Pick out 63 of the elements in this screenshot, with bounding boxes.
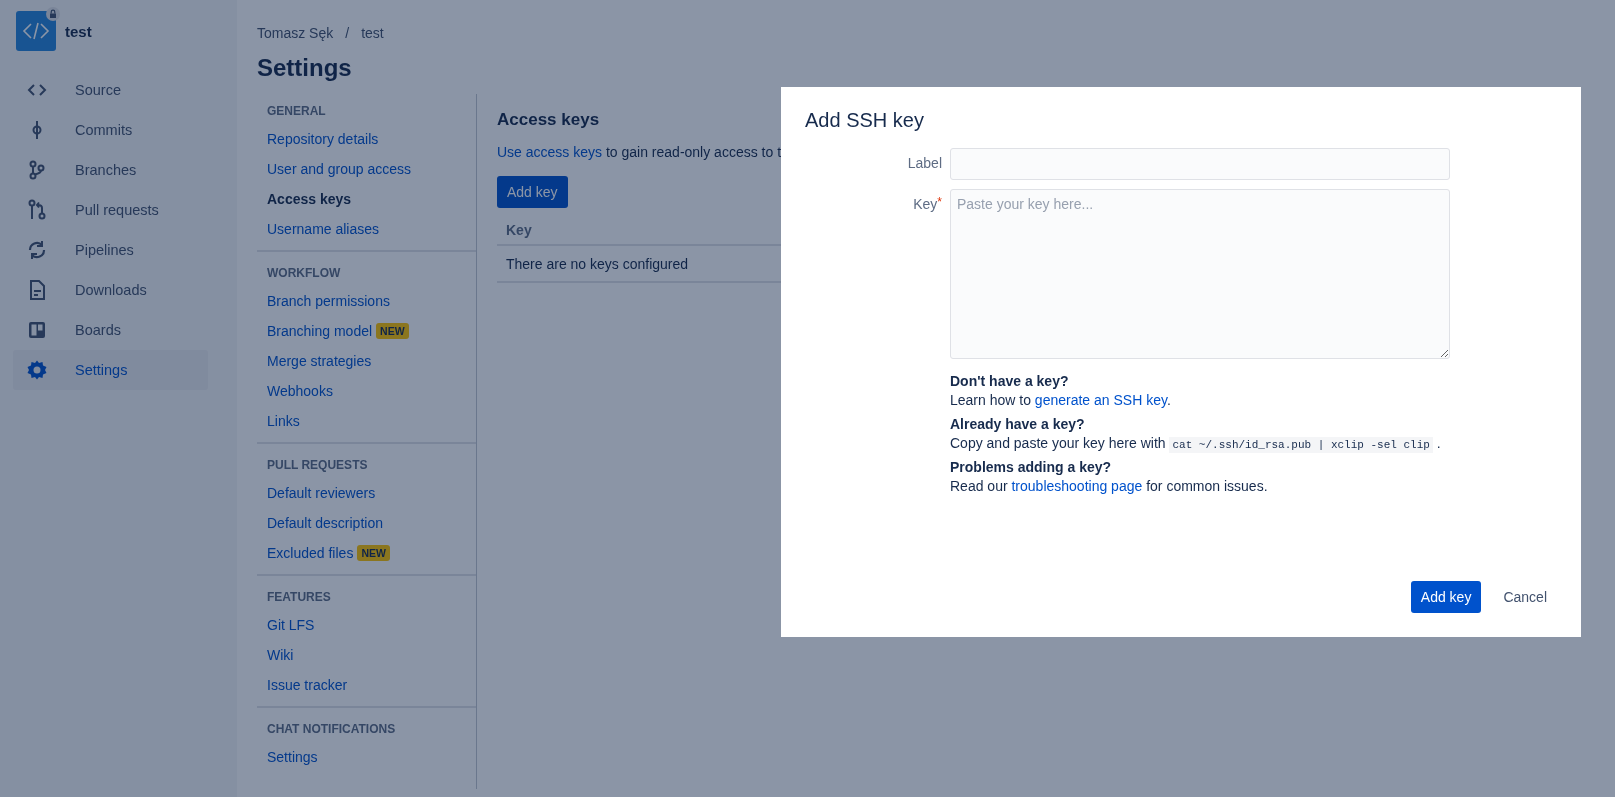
board-icon xyxy=(26,319,48,341)
settings-icon xyxy=(26,359,48,381)
settings-link[interactable]: Excluded files xyxy=(267,545,354,561)
help-heading: Don't have a key? xyxy=(950,373,1070,389)
lock-icon xyxy=(46,7,60,21)
settings-link[interactable]: Username aliases xyxy=(267,221,380,237)
section-heading: FEATURES xyxy=(266,589,332,606)
text-link[interactable]: Use access keys xyxy=(497,144,603,160)
help-text: Copy and paste your key here with cat ~/.ssh/id_rsa.pub | xclip -sel clip . xyxy=(950,435,1442,451)
sidebar-item[interactable]: Boards xyxy=(13,310,208,350)
field-label: Label xyxy=(906,154,942,171)
settings-link[interactable]: User and group access xyxy=(267,161,411,177)
settings-link[interactable]: Settings xyxy=(267,749,318,765)
settings-link[interactable]: Issue tracker xyxy=(267,677,348,693)
settings-link[interactable]: Wiki xyxy=(267,647,294,663)
section-heading: PULL REQUESTS xyxy=(266,457,369,474)
sidebar-item[interactable]: Branches xyxy=(13,150,208,190)
settings-link[interactable]: Branching model xyxy=(267,323,373,339)
add-key-button[interactable]: Add key xyxy=(1410,581,1482,613)
section-title: Access keys xyxy=(497,110,600,130)
empty-message: There are no keys configured xyxy=(506,256,689,272)
dialog-title: Add SSH key xyxy=(805,109,925,132)
breadcrumb-link[interactable]: Tomasz Sęk xyxy=(257,25,334,41)
settings-link[interactable]: Links xyxy=(267,413,300,429)
add-key-button[interactable]: Add key xyxy=(497,176,568,208)
section-heading: WORKFLOW xyxy=(266,265,342,282)
help-heading: Already have a key? xyxy=(950,416,1086,432)
settings-link[interactable]: Webhooks xyxy=(267,383,333,399)
cycle-icon xyxy=(26,239,48,261)
field-label: Key* xyxy=(912,194,942,212)
new-badge: NEW xyxy=(376,323,409,339)
breadcrumb-separator: / xyxy=(345,25,350,41)
breadcrumb-link[interactable]: test xyxy=(361,25,384,41)
repository-name[interactable]: test xyxy=(65,22,92,40)
settings-link[interactable]: Access keys xyxy=(267,191,352,207)
settings-link[interactable]: Default reviewers xyxy=(267,485,376,501)
pull-request-icon xyxy=(26,199,48,221)
help-heading: Problems adding a key? xyxy=(950,459,1113,475)
sidebar-item[interactable]: Pull requests xyxy=(13,190,208,230)
column-header: Key xyxy=(506,222,532,238)
cancel-button[interactable]: Cancel xyxy=(1493,581,1557,613)
section-heading: CHAT NOTIFICATIONS xyxy=(266,721,397,738)
text-link[interactable]: generate an SSH key xyxy=(1034,392,1167,408)
sidebar-item[interactable]: Commits xyxy=(13,110,208,150)
description-text: Use access keys to gain read-only access to t xyxy=(497,144,782,160)
settings-link[interactable]: Git LFS xyxy=(267,617,315,633)
sidebar-item[interactable]: Pipelines xyxy=(13,230,208,270)
sidebar-item[interactable]: Source xyxy=(13,70,208,110)
help-text: Learn how to generate an SSH key. xyxy=(950,392,1172,408)
text-area[interactable]: Paste your key here... xyxy=(950,189,1450,359)
new-badge: NEW xyxy=(357,545,390,561)
sidebar-item[interactable]: Settings xyxy=(13,350,208,390)
sidebar-item[interactable]: Downloads xyxy=(13,270,208,310)
settings-link[interactable]: Repository details xyxy=(267,131,379,147)
code-snippet: cat ~/.ssh/id_rsa.pub | xclip -sel clip xyxy=(1169,437,1433,453)
section-heading: GENERAL xyxy=(266,103,327,120)
text-link[interactable]: troubleshooting page xyxy=(1011,478,1143,494)
settings-link[interactable]: Merge strategies xyxy=(267,353,372,369)
input-field[interactable] xyxy=(950,148,1450,180)
settings-link[interactable]: Default description xyxy=(267,515,383,531)
help-text: Read our troubleshooting page for common issues. xyxy=(950,478,1269,494)
page-title: Settings xyxy=(257,54,353,82)
settings-link[interactable]: Branch permissions xyxy=(267,293,390,309)
